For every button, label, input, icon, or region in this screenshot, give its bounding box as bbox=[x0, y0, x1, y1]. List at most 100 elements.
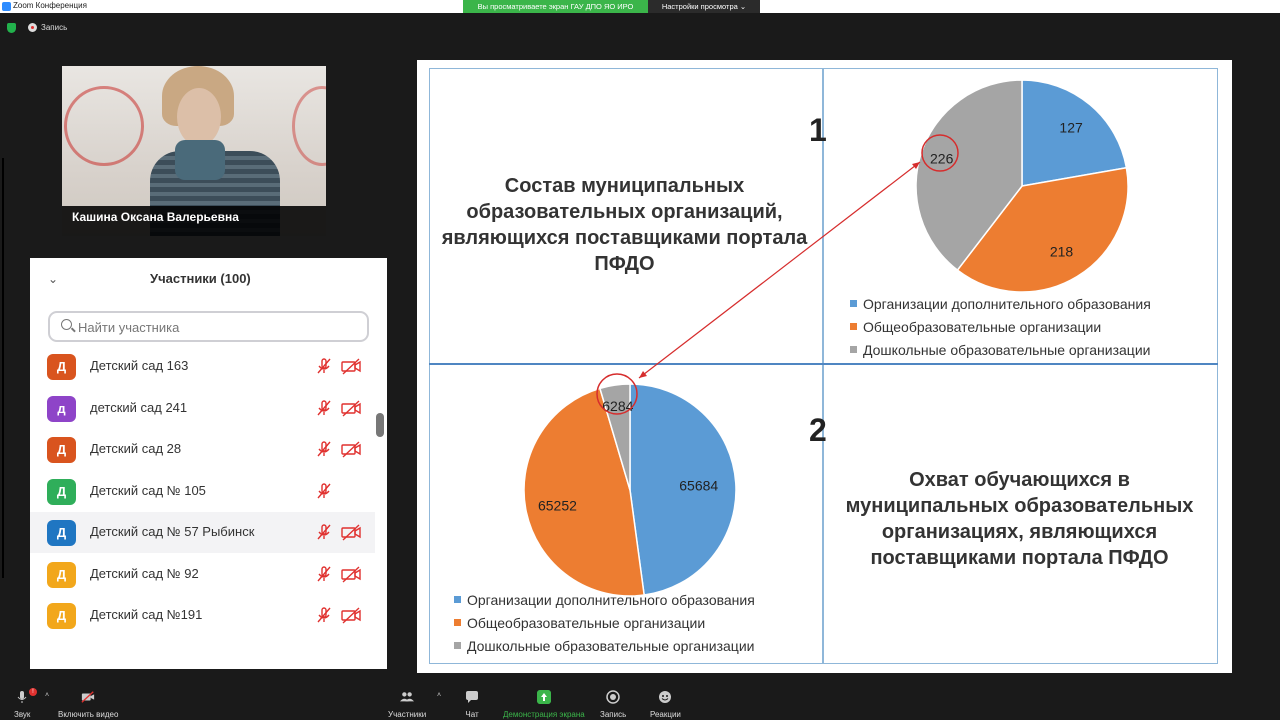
participant-name: Детский сад № 92 bbox=[90, 565, 199, 581]
legend-label: Дошкольные образовательные организации bbox=[863, 342, 1151, 358]
callout-circle-2 bbox=[596, 373, 638, 415]
participant-avatar: Д bbox=[47, 437, 76, 463]
participant-list: Д Детский сад 163 д детский сад 241 Д Детский… bbox=[30, 346, 375, 640]
legend-swatch bbox=[850, 346, 857, 353]
participants-button[interactable]: Участники bbox=[388, 690, 426, 719]
camera-off-icon[interactable] bbox=[341, 523, 361, 541]
participant-scrollbar[interactable] bbox=[376, 346, 384, 640]
share-screen-label: Демонстрация экрана bbox=[503, 710, 585, 719]
participants-title: Участники (100) bbox=[150, 271, 251, 286]
legend-swatch bbox=[454, 642, 461, 649]
camera-off-icon[interactable] bbox=[341, 606, 361, 624]
record-button[interactable]: Запись bbox=[600, 690, 626, 719]
zoom-logo-icon bbox=[2, 2, 11, 11]
participant-name: Детский сад № 57 Рыбинск bbox=[90, 524, 255, 539]
mic-muted-icon[interactable] bbox=[315, 606, 333, 624]
legend-item: Общеобразовательные организации bbox=[850, 316, 1151, 339]
mic-muted-icon[interactable] bbox=[315, 357, 333, 375]
participant-avatar: Д bbox=[47, 561, 76, 588]
camera-off-icon[interactable] bbox=[341, 357, 361, 375]
share-screen-icon bbox=[536, 690, 551, 704]
chevron-down-icon[interactable]: ⌄ bbox=[48, 272, 58, 286]
participants-icon bbox=[400, 692, 415, 702]
callout-circle-1 bbox=[921, 134, 959, 172]
window-title: Zoom Конференция bbox=[13, 1, 87, 10]
record-label: Запись bbox=[600, 710, 627, 719]
legend-swatch bbox=[850, 323, 857, 330]
participant-row[interactable]: Д Детский сад № 57 Рыбинск bbox=[30, 512, 375, 553]
participant-name: Детский сад 163 bbox=[90, 358, 189, 373]
share-screen-button[interactable]: Демонстрация экрана bbox=[503, 690, 585, 719]
legend-label: Дошкольные образовательные организации bbox=[467, 638, 755, 654]
participant-avatar: Д bbox=[47, 520, 76, 546]
recording-icon bbox=[28, 23, 37, 32]
camera-off-icon[interactable] bbox=[341, 440, 361, 458]
participants-panel: ⌄ Участники (100) Д Детский сад 163 ддетск… bbox=[30, 258, 387, 669]
participants-caret-icon[interactable]: ˄ bbox=[437, 692, 441, 699]
camera-off-icon bbox=[81, 691, 95, 703]
participant-name: Детский сад № 105 bbox=[90, 482, 206, 498]
legend-label: Организации дополнительного образования bbox=[863, 296, 1151, 312]
participant-row[interactable]: Д Детский сад 163 bbox=[30, 346, 375, 387]
record-icon bbox=[606, 690, 620, 704]
mic-muted-icon[interactable] bbox=[315, 523, 333, 541]
speaker-scarf bbox=[175, 140, 225, 180]
audio-button[interactable]: Звук bbox=[14, 690, 30, 719]
panel-divider bbox=[2, 158, 4, 578]
participant-row[interactable]: Д Детский сад 28 bbox=[30, 429, 375, 470]
chat-button[interactable]: Чат bbox=[465, 690, 479, 719]
camera-off-icon[interactable] bbox=[341, 399, 361, 417]
background-logo-left bbox=[64, 86, 144, 166]
reactions-button[interactable]: Реакции bbox=[650, 690, 681, 719]
participants-header: ⌄ Участники (100) bbox=[30, 258, 387, 302]
legend-label: Общеобразовательные организации bbox=[467, 615, 706, 631]
zoom-window: Zoom Конференция Вы просматриваете экран… bbox=[0, 0, 1280, 720]
participant-avatar: Д bbox=[47, 354, 76, 380]
view-options-button[interactable]: Настройки просмотра ⌄ bbox=[648, 0, 760, 13]
speaker-name: Кашина Оксана Валерьевна bbox=[72, 210, 239, 224]
chat-label: Чат bbox=[465, 710, 479, 719]
video-button[interactable]: Включить видео bbox=[58, 690, 118, 719]
legend-item: Организации дополнительного образования bbox=[454, 589, 755, 612]
chat-icon bbox=[466, 691, 478, 703]
audio-caret-icon[interactable]: ˄ bbox=[45, 692, 49, 699]
audio-label: Звук bbox=[14, 710, 31, 719]
camera-off-icon[interactable] bbox=[341, 565, 361, 583]
mic-muted-icon[interactable] bbox=[315, 440, 333, 458]
search-icon bbox=[61, 319, 72, 330]
legend-item: Дошкольные образовательные организации bbox=[454, 635, 755, 658]
participant-avatar: Д bbox=[47, 478, 76, 505]
reactions-label: Реакции bbox=[650, 710, 681, 719]
mic-muted-icon[interactable] bbox=[315, 565, 333, 583]
legend-1: Организации дополнительного образования О… bbox=[850, 293, 1151, 362]
participant-avatar: Д bbox=[47, 603, 76, 629]
legend-item: Общеобразовательные организации bbox=[454, 612, 755, 635]
scrollbar-thumb[interactable] bbox=[376, 413, 384, 437]
legend-swatch bbox=[850, 300, 857, 307]
participant-row[interactable]: д детский сад 241 bbox=[30, 388, 375, 429]
participant-search[interactable] bbox=[48, 311, 369, 342]
mic-muted-icon[interactable] bbox=[315, 482, 333, 500]
microphone-icon bbox=[17, 691, 27, 703]
speaker-name-tag: Кашина Оксана Валерьевна bbox=[62, 206, 326, 236]
search-input[interactable] bbox=[78, 317, 358, 337]
participant-name: детский сад 241 bbox=[90, 399, 188, 415]
screen-share-banner: Вы просматриваете экран ГАУ ДПО ЯО ИРО bbox=[463, 0, 648, 13]
participants-label: Участники bbox=[388, 710, 427, 719]
background-logo-right bbox=[292, 86, 326, 166]
participant-name: Детский сад №191 bbox=[90, 607, 203, 622]
security-shield-icon[interactable] bbox=[7, 23, 16, 33]
video-label: Включить видео bbox=[58, 710, 119, 719]
legend-swatch bbox=[454, 596, 461, 603]
meeting-toolbar bbox=[0, 680, 1280, 720]
legend-label: Общеобразовательные организации bbox=[863, 319, 1102, 335]
participant-row[interactable]: Д Детский сад № 105 bbox=[30, 471, 375, 512]
participant-name: Детский сад 28 bbox=[90, 441, 182, 456]
legend-item: Дошкольные образовательные организации bbox=[850, 339, 1151, 362]
participant-row[interactable]: Д Детский сад №191 bbox=[30, 595, 375, 636]
legend-swatch bbox=[454, 619, 461, 626]
mic-muted-icon[interactable] bbox=[315, 399, 333, 417]
callout-arrow bbox=[596, 134, 959, 415]
participant-row[interactable]: Д Детский сад № 92 bbox=[30, 554, 375, 595]
legend-label: Организации дополнительного образования bbox=[467, 592, 755, 608]
